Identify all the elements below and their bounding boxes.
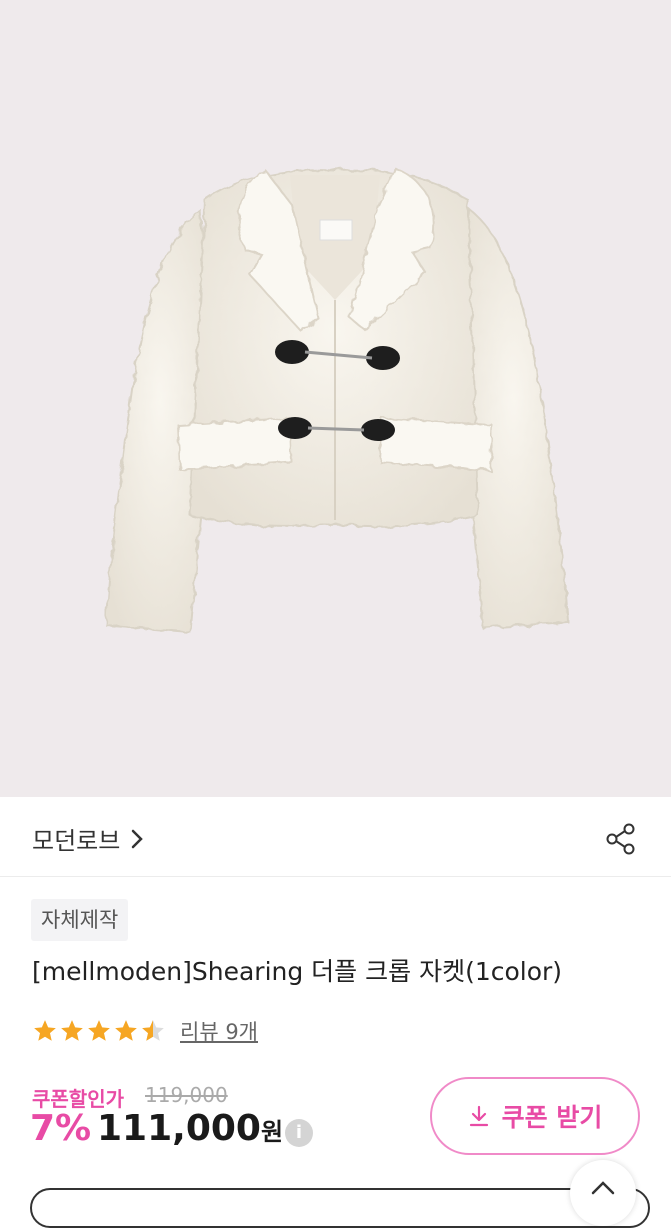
sale-price-value: 111,000 (97, 1108, 261, 1149)
rating-row: 리뷰 9개 (32, 1015, 258, 1047)
star-icon (88, 1020, 110, 1041)
coupon-button-label: 쿠폰 받기 (501, 1103, 603, 1132)
star-icon (61, 1020, 83, 1041)
chevron-right-icon (132, 829, 144, 848)
coupon-download-button[interactable]: 쿠폰 받기 (430, 1077, 640, 1155)
sale-price: 111,000원 (97, 1108, 283, 1149)
review-count-link[interactable]: 리뷰 9개 (180, 1016, 258, 1046)
info-icon[interactable]: i (285, 1119, 313, 1147)
brand-row: 모던로브 (0, 797, 671, 877)
jacket-illustration (104, 166, 570, 634)
brand-link[interactable]: 모던로브 (32, 821, 144, 856)
star-icon (34, 1020, 56, 1041)
product-title: [mellmoden]Shearing 더플 크롭 자켓(1color) (32, 957, 563, 986)
bottom-action-bar[interactable] (30, 1188, 650, 1228)
currency-unit: 원 (260, 1118, 284, 1146)
half-star-icon (142, 1020, 164, 1041)
chevron-up-icon (591, 1181, 615, 1195)
star-icon (115, 1020, 137, 1041)
product-image[interactable] (0, 0, 671, 797)
scroll-top-button[interactable] (570, 1160, 636, 1226)
original-price: 119,000 (145, 1083, 228, 1107)
brand-name: 모던로브 (32, 827, 121, 855)
self-made-tag: 자체제작 (31, 899, 129, 941)
download-icon (469, 1105, 488, 1127)
share-icon[interactable] (604, 822, 638, 856)
star-rating (32, 1018, 166, 1044)
discount-rate: 7% (30, 1108, 92, 1149)
